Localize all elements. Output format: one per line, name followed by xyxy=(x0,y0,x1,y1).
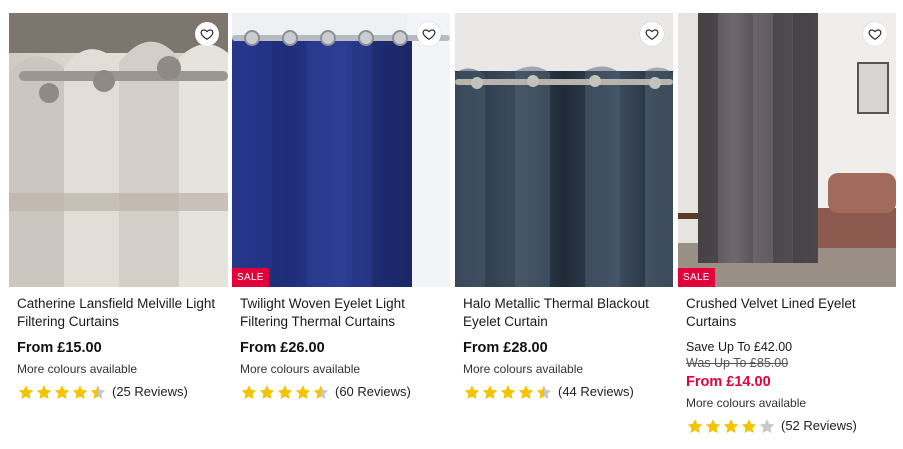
product-image[interactable] xyxy=(9,13,228,287)
star-icon xyxy=(313,384,329,399)
more-colours-text: More colours available xyxy=(686,396,807,410)
save-amount-text: Save Up To £42.00 xyxy=(686,340,793,354)
was-price-text: Was Up To £85.00 xyxy=(686,356,789,370)
product-price: From £15.00 xyxy=(17,340,102,356)
review-count[interactable]: (44 Reviews) xyxy=(558,383,634,401)
more-colours-text: More colours available xyxy=(463,362,584,376)
wishlist-button[interactable] xyxy=(640,22,664,46)
star-icon xyxy=(90,384,106,399)
product-title[interactable]: Crushed Velvet Lined Eyelet Curtains xyxy=(686,295,888,330)
product-info: Halo Metallic Thermal Blackout Eyelet Cu… xyxy=(455,287,673,401)
product-title[interactable]: Twilight Woven Eyelet Light Filtering Th… xyxy=(240,295,442,330)
star-icon xyxy=(705,418,721,433)
wishlist-button[interactable] xyxy=(417,22,441,46)
product-image[interactable]: SALE xyxy=(232,13,450,287)
star-icon xyxy=(241,384,257,399)
product-rating: (60 Reviews) xyxy=(240,383,442,401)
star-icon xyxy=(482,384,498,399)
sale-badge: SALE xyxy=(232,268,269,287)
product-card[interactable]: SALE Twilight Woven Eyelet Light Filteri… xyxy=(232,13,450,401)
rating-stars xyxy=(240,384,330,401)
star-icon xyxy=(464,384,480,399)
wishlist-button[interactable] xyxy=(195,22,219,46)
heart-outline-icon xyxy=(868,29,882,40)
star-icon xyxy=(500,384,516,399)
product-image[interactable]: SALE xyxy=(678,13,896,287)
star-icon xyxy=(295,384,311,399)
star-icon xyxy=(723,418,739,433)
star-icon xyxy=(36,384,52,399)
product-title[interactable]: Halo Metallic Thermal Blackout Eyelet Cu… xyxy=(463,295,665,330)
product-price: From £14.00 xyxy=(686,374,771,390)
heart-outline-icon xyxy=(422,29,436,40)
more-colours-text: More colours available xyxy=(17,362,138,376)
star-icon xyxy=(536,384,552,399)
star-icon xyxy=(18,384,34,399)
product-info: Crushed Velvet Lined Eyelet Curtains Sav… xyxy=(678,287,896,435)
rating-stars xyxy=(17,384,107,401)
product-price: From £26.00 xyxy=(240,340,325,356)
product-rating: (25 Reviews) xyxy=(17,383,220,401)
product-price: From £28.00 xyxy=(463,340,548,356)
curtain-image-navy xyxy=(232,13,450,287)
review-count[interactable]: (52 Reviews) xyxy=(781,417,857,435)
star-icon xyxy=(687,418,703,433)
star-icon xyxy=(518,384,534,399)
product-rating: (52 Reviews) xyxy=(686,417,888,435)
heart-outline-icon xyxy=(200,29,214,40)
sale-badge: SALE xyxy=(678,268,715,287)
product-grid: Catherine Lansfield Melville Light Filte… xyxy=(0,0,903,449)
star-icon xyxy=(54,384,70,399)
heart-outline-icon xyxy=(645,29,659,40)
star-icon xyxy=(259,384,275,399)
star-icon xyxy=(759,418,775,433)
rating-stars xyxy=(686,418,776,435)
product-title[interactable]: Catherine Lansfield Melville Light Filte… xyxy=(17,295,220,330)
rating-stars xyxy=(463,384,553,401)
curtain-image-velvet-room xyxy=(678,13,896,287)
product-card[interactable]: Catherine Lansfield Melville Light Filte… xyxy=(9,13,228,401)
product-info: Catherine Lansfield Melville Light Filte… xyxy=(9,287,228,401)
star-icon xyxy=(277,384,293,399)
product-info: Twilight Woven Eyelet Light Filtering Th… xyxy=(232,287,450,401)
review-count[interactable]: (25 Reviews) xyxy=(112,383,188,401)
product-image[interactable] xyxy=(455,13,673,287)
curtain-image-metallic xyxy=(455,13,673,287)
curtain-image-linen xyxy=(9,13,228,287)
star-icon xyxy=(741,418,757,433)
review-count[interactable]: (60 Reviews) xyxy=(335,383,411,401)
product-card[interactable]: Halo Metallic Thermal Blackout Eyelet Cu… xyxy=(455,13,673,401)
product-rating: (44 Reviews) xyxy=(463,383,665,401)
more-colours-text: More colours available xyxy=(240,362,361,376)
wishlist-button[interactable] xyxy=(863,22,887,46)
product-card[interactable]: SALE Crushed Velvet Lined Eyelet Curtain… xyxy=(678,13,896,435)
star-icon xyxy=(72,384,88,399)
